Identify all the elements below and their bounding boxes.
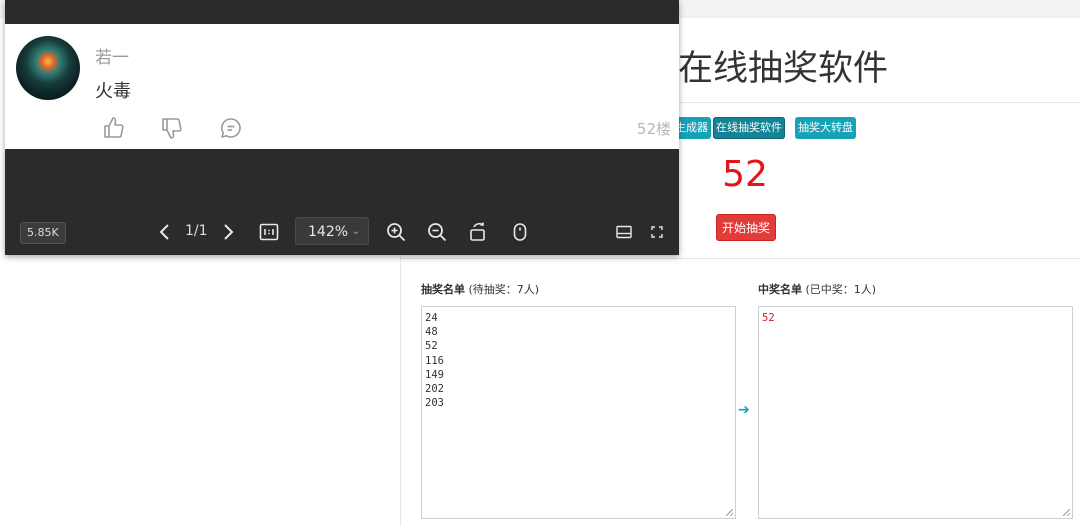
comment-card: 若一 火毒 52楼 bbox=[5, 24, 679, 149]
tag-lottery-wheel[interactable]: 抽奖大转盘 bbox=[795, 117, 856, 139]
zoom-out-icon[interactable] bbox=[425, 220, 449, 244]
comment-icon[interactable] bbox=[219, 116, 243, 140]
thumbnail-bar-icon[interactable] bbox=[612, 220, 636, 244]
username[interactable]: 若一 bbox=[95, 43, 129, 68]
list-item: 203 bbox=[425, 397, 444, 410]
winners-title: 中奖名单 bbox=[758, 283, 802, 296]
file-size-badge: 5.85K bbox=[20, 222, 66, 244]
thumbs-up-icon[interactable] bbox=[102, 116, 126, 140]
actual-size-icon[interactable] bbox=[257, 220, 281, 244]
pool-title: 抽奖名单 bbox=[421, 283, 465, 296]
pool-count: (待抽奖：7人) bbox=[468, 283, 540, 296]
winners-count: (已中奖：1人) bbox=[805, 283, 877, 296]
floor-number: 52楼 bbox=[636, 120, 671, 138]
page-indicator: 1/1 bbox=[185, 223, 208, 239]
page-title: 在线抽奖软件 bbox=[678, 49, 889, 89]
viewer-toolbar: 5.85K 1/1 142% ⌄ bbox=[5, 213, 679, 251]
chevron-down-icon: ⌄ bbox=[351, 226, 360, 237]
list-item: 48 bbox=[425, 326, 438, 339]
comment-text: 火毒 bbox=[95, 81, 131, 102]
list-item: 202 bbox=[425, 383, 444, 396]
zoom-in-icon[interactable] bbox=[384, 220, 408, 244]
winners-textarea[interactable]: 52 bbox=[758, 306, 1073, 519]
result-number: 52 bbox=[722, 154, 768, 195]
list-item: 52 bbox=[425, 340, 438, 353]
chevron-left-icon[interactable] bbox=[153, 220, 177, 244]
thumbs-down-icon[interactable] bbox=[160, 116, 184, 140]
start-lottery-button[interactable]: 开始抽奖 bbox=[716, 214, 776, 241]
avatar[interactable] bbox=[16, 36, 80, 100]
arrow-right-icon: ➔ bbox=[738, 402, 750, 418]
fullscreen-icon[interactable] bbox=[645, 220, 669, 244]
list-item: 149 bbox=[425, 368, 444, 381]
list-item: 116 bbox=[425, 354, 444, 367]
pool-textarea[interactable]: 24 48 52 116 149 202 203 bbox=[421, 306, 736, 519]
list-item: 52 bbox=[762, 312, 775, 324]
resize-handle[interactable] bbox=[726, 509, 733, 516]
tag-online-lottery[interactable]: 在线抽奖软件 bbox=[713, 117, 785, 139]
resize-handle[interactable] bbox=[1063, 509, 1070, 516]
zoom-value: 142% bbox=[308, 224, 349, 240]
rotate-icon[interactable] bbox=[466, 220, 490, 244]
winners-label: 中奖名单 (已中奖：1人) bbox=[758, 281, 876, 297]
divider bbox=[401, 258, 1080, 259]
list-item: 24 bbox=[425, 312, 438, 324]
chevron-right-icon[interactable] bbox=[216, 220, 240, 244]
pool-label: 抽奖名单 (待抽奖：7人) bbox=[421, 281, 539, 297]
mouse-icon[interactable] bbox=[508, 220, 532, 244]
image-viewer: 若一 火毒 52楼 5.85K 1/1 142% ⌄ bbox=[5, 0, 679, 255]
zoom-select[interactable]: 142% ⌄ bbox=[295, 217, 369, 245]
